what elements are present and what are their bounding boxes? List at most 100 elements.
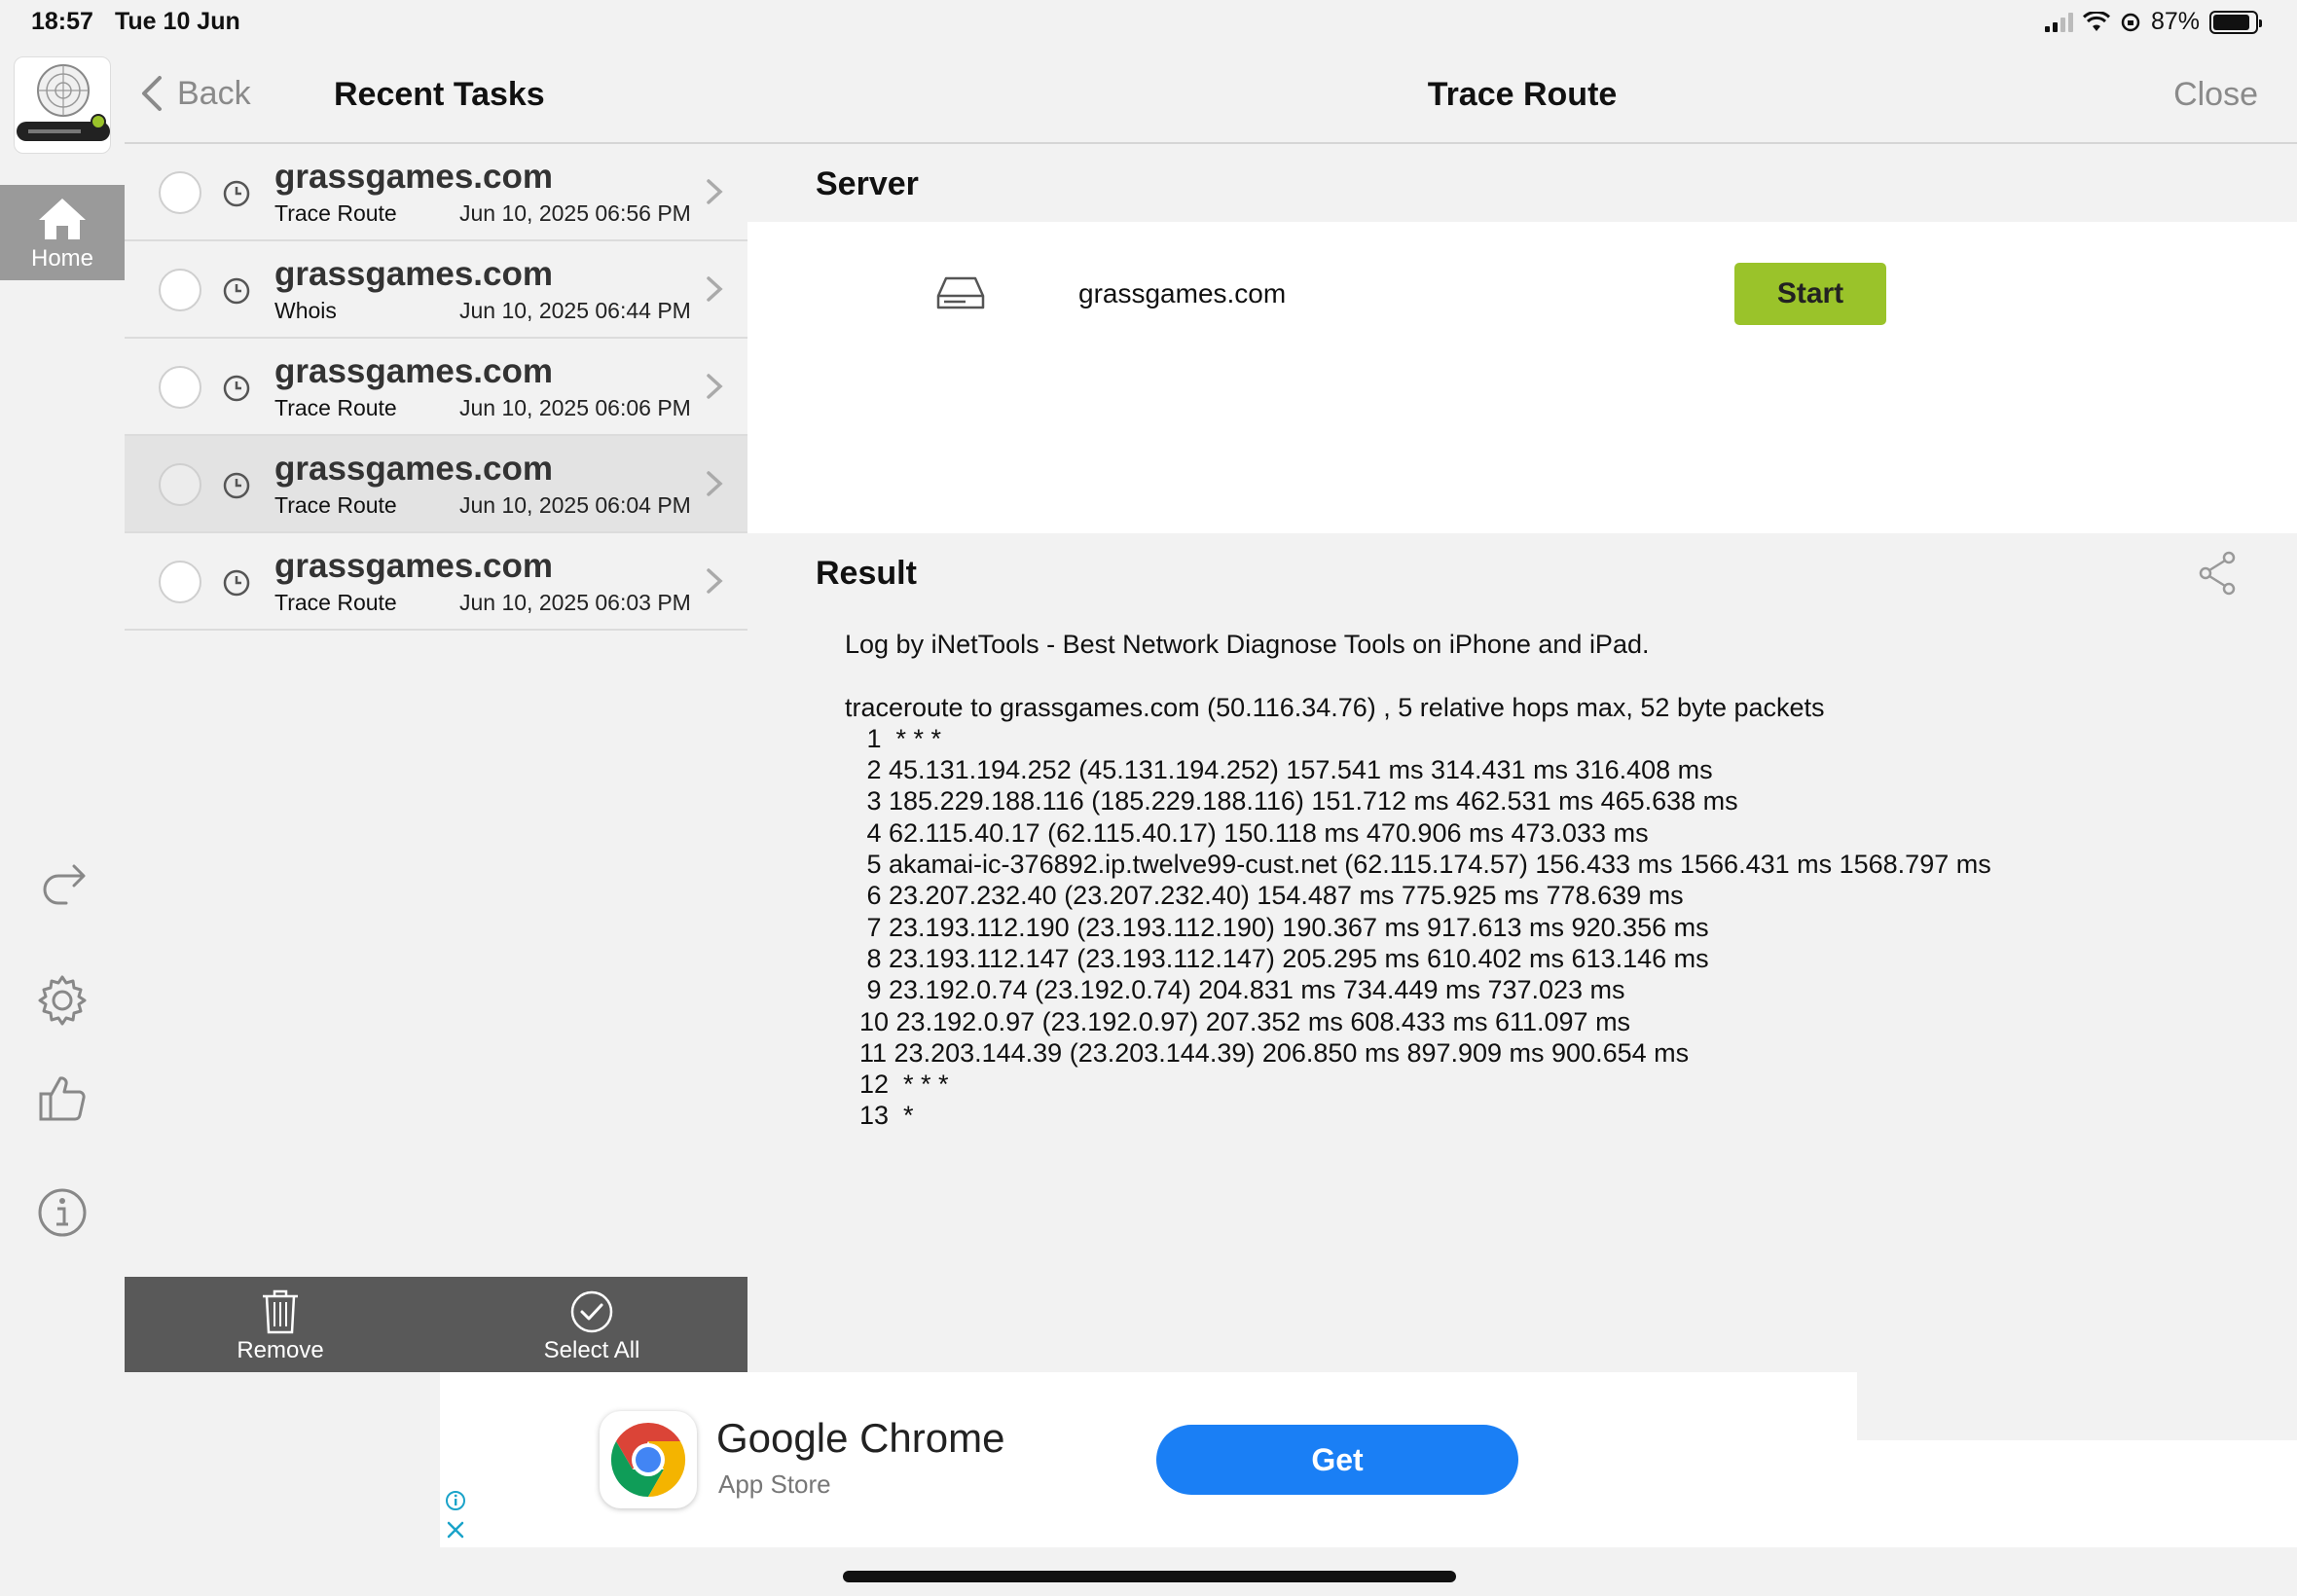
server-section-header: Server [747, 144, 2297, 222]
chevron-right-icon [707, 374, 723, 399]
log-line: 12 * * * [845, 1070, 949, 1100]
battery-icon [2209, 10, 2262, 34]
task-date: Jun 10, 2025 06:03 PM [459, 590, 691, 615]
close-button[interactable]: Close [2173, 76, 2258, 114]
page-title: Trace Route [1427, 76, 1618, 113]
chevron-right-icon [707, 276, 723, 302]
log-line: 10 23.192.0.97 (23.192.0.97) 207.352 ms … [845, 1006, 1631, 1036]
result-panel: Log by iNetTools - Best Network Diagnose… [747, 611, 2297, 1440]
task-date: Jun 10, 2025 06:56 PM [459, 200, 691, 226]
home-label: Home [30, 245, 94, 272]
log-line: Log by iNetTools - Best Network Diagnose… [845, 630, 1650, 659]
clock-icon [223, 180, 250, 207]
server-host[interactable]: grassgames.com [1078, 278, 1286, 309]
gear-icon[interactable] [35, 973, 90, 1028]
task-select-radio[interactable] [159, 171, 201, 214]
home-indicator[interactable] [843, 1571, 1456, 1582]
status-right: 87% [2044, 8, 2262, 36]
task-type: Trace Route [274, 590, 397, 615]
task-select-radio[interactable] [159, 463, 201, 506]
select-all-button[interactable]: Select All [436, 1277, 747, 1372]
detail-header: Trace Route Close [747, 41, 2297, 144]
app-logo [14, 56, 111, 154]
clock-icon [223, 375, 250, 402]
select-all-label: Select All [543, 1337, 640, 1363]
task-host: grassgames.com [274, 547, 553, 585]
get-button[interactable]: Get [1156, 1425, 1518, 1495]
back-button[interactable]: Back [140, 74, 251, 113]
task-row[interactable]: grassgames.com Trace Route Jun 10, 2025 … [125, 436, 747, 533]
log-line: 6 23.207.232.40 (23.207.232.40) 154.487 … [845, 881, 1684, 911]
result-section-title: Result [816, 555, 917, 592]
task-row[interactable]: grassgames.com Trace Route Jun 10, 2025 … [125, 533, 747, 631]
task-select-radio[interactable] [159, 269, 201, 311]
task-host: grassgames.com [274, 158, 553, 196]
chevron-right-icon [707, 568, 723, 594]
task-select-radio[interactable] [159, 561, 201, 603]
task-type: Trace Route [274, 200, 397, 226]
home-icon [39, 199, 86, 239]
chevron-right-icon [707, 179, 723, 204]
ad-info-icon[interactable] [444, 1489, 467, 1512]
task-select-radio[interactable] [159, 366, 201, 409]
log-line: 5 akamai-ic-376892.ip.twelve99-cust.net … [845, 850, 1991, 880]
task-host: grassgames.com [274, 255, 553, 293]
result-log: Log by iNetTools - Best Network Diagnose… [845, 629, 1991, 1132]
orientation-lock-icon [2121, 13, 2140, 31]
server-drive-icon [936, 276, 985, 309]
status-time: 18:57 [31, 8, 93, 35]
start-button[interactable]: Start [1734, 263, 1886, 325]
ad-store-label: App Store [718, 1469, 831, 1499]
task-date: Jun 10, 2025 06:06 PM [459, 395, 691, 420]
task-row[interactable]: grassgames.com Trace Route Jun 10, 2025 … [125, 339, 747, 436]
clock-icon [223, 472, 250, 499]
task-row[interactable]: grassgames.com Trace Route Jun 10, 2025 … [125, 144, 747, 241]
log-line: traceroute to grassgames.com (50.116.34.… [845, 692, 1825, 722]
radar-logo-icon [17, 64, 110, 141]
remove-button[interactable]: Remove [125, 1277, 436, 1372]
task-host: grassgames.com [274, 450, 553, 488]
clock-icon [223, 277, 250, 305]
ad-spacer [125, 1372, 440, 1547]
chrome-logo-icon [610, 1422, 686, 1498]
chrome-app-icon[interactable] [600, 1411, 697, 1508]
ad-app-name: Google Chrome [716, 1415, 1005, 1461]
ad-banner[interactable]: Google Chrome App Store Get [440, 1372, 1857, 1547]
remove-label: Remove [237, 1337, 324, 1363]
tasks-toolbar: Remove Select All [125, 1277, 747, 1372]
log-line: 2 45.131.194.252 (45.131.194.252) 157.54… [845, 755, 1713, 785]
task-row[interactable]: grassgames.com Whois Jun 10, 2025 06:44 … [125, 241, 747, 339]
clock-icon [223, 569, 250, 597]
task-list: grassgames.com Trace Route Jun 10, 2025 … [125, 144, 747, 631]
result-section-header: Result [747, 533, 2297, 611]
ad-close-icon[interactable] [444, 1518, 467, 1542]
back-label: Back [177, 74, 251, 112]
tasks-title: Recent Tasks [334, 76, 545, 113]
log-line: 13 * [845, 1101, 914, 1131]
recent-tasks-panel: Back Recent Tasks grassgames.com Trace R… [125, 41, 747, 1277]
cellular-signal-icon [2044, 12, 2073, 32]
battery-percent: 87% [2150, 8, 2200, 35]
task-type: Trace Route [274, 492, 397, 518]
chevron-right-icon [707, 471, 723, 496]
log-line: 7 23.193.112.190 (23.193.112.190) 190.36… [845, 912, 1709, 942]
ad-spacer-right [1857, 1440, 2297, 1547]
sidebar: Home [0, 41, 125, 1549]
thumbs-up-icon[interactable] [35, 1070, 90, 1125]
log-line: 4 62.115.40.17 (62.115.40.17) 150.118 ms… [845, 817, 1649, 848]
log-line: 1 * * * [845, 723, 942, 753]
task-type: Trace Route [274, 395, 397, 420]
share-icon[interactable] [2198, 551, 2237, 596]
status-date: Tue 10 Jun [115, 8, 240, 35]
task-host: grassgames.com [274, 352, 553, 390]
checkmark-circle-icon [570, 1290, 613, 1333]
wifi-icon [2082, 11, 2110, 31]
status-bar: 18:57 Tue 10 Jun 87% [0, 0, 2297, 41]
sidebar-item-home[interactable]: Home [0, 185, 125, 280]
task-date: Jun 10, 2025 06:04 PM [459, 492, 691, 518]
server-panel: grassgames.com Start [747, 222, 2297, 533]
log-line: 8 23.193.112.147 (23.193.112.147) 205.29… [845, 943, 1709, 973]
info-icon[interactable] [35, 1185, 90, 1240]
redirect-icon[interactable] [35, 856, 90, 911]
